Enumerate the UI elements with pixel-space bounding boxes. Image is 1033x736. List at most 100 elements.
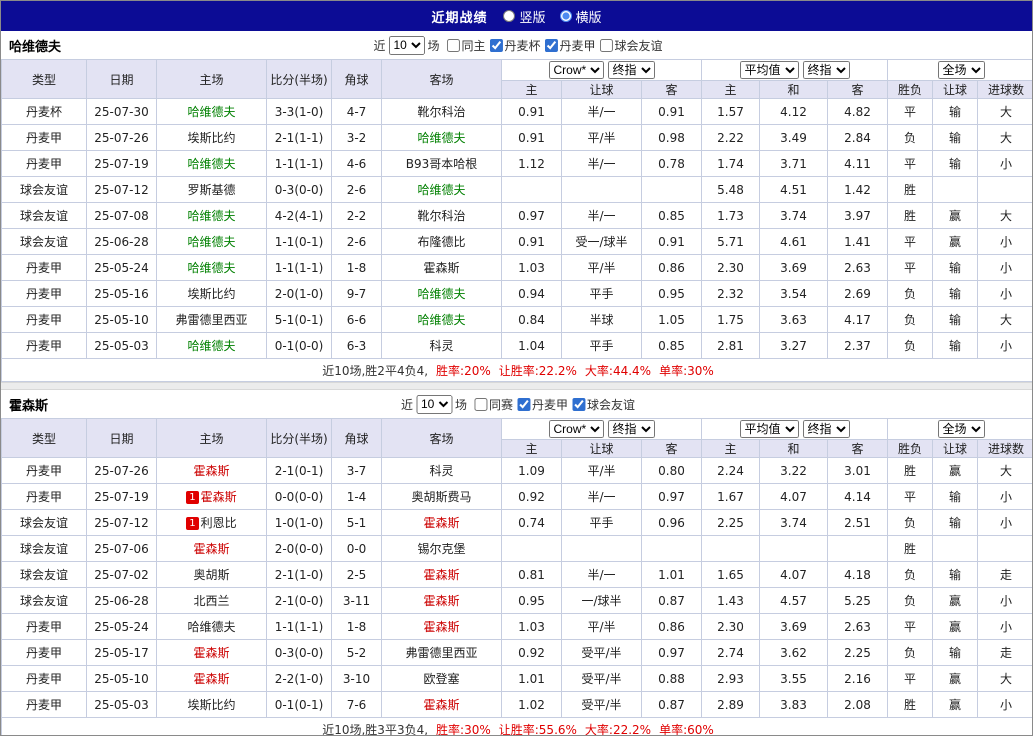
away-team-link[interactable]: 霍森斯	[423, 698, 459, 712]
away-team-link[interactable]: 欧登塞	[423, 672, 459, 686]
match-scope-select[interactable]: 全场	[937, 61, 985, 79]
home-team-link[interactable]: 奥胡斯	[193, 568, 229, 582]
home-team-link[interactable]: 利恩比	[201, 516, 237, 530]
date-cell: 25-05-24	[86, 613, 157, 640]
subheader-handicap-result: 让球	[932, 80, 979, 99]
home-team-link[interactable]: 弗雷德里西亚	[175, 313, 247, 327]
radio-horizontal-layout[interactable]: 横版	[559, 7, 602, 26]
home-team-link[interactable]: 霍森斯	[193, 646, 229, 660]
goals-cell: 大	[977, 457, 1032, 484]
score-cell: 0-1(0-0)	[266, 332, 332, 359]
home-team-cell: 弗雷德里西亚	[156, 306, 267, 333]
filter-checkbox-input[interactable]	[572, 397, 586, 411]
average-stage-select[interactable]: 终指	[802, 420, 850, 438]
corner-cell: 4-6	[331, 150, 382, 177]
match-scope-select[interactable]: 全场	[937, 420, 985, 438]
radio-vertical-layout[interactable]: 竖版	[503, 7, 546, 26]
home-team-link[interactable]: 哈维德夫	[187, 235, 235, 249]
away-team-link[interactable]: 科灵	[429, 339, 453, 353]
corner-cell: 7-6	[331, 691, 382, 718]
corner-cell: 1-8	[331, 254, 382, 281]
radio-label: 横版	[575, 10, 602, 26]
handicap-result-cell: 赢	[932, 587, 979, 614]
filter-checkbox-input[interactable]	[544, 38, 558, 52]
average-select[interactable]: 平均值	[739, 420, 799, 438]
recent-count-select[interactable]: 10	[388, 35, 425, 55]
away-team-link[interactable]: 靴尔科治	[417, 209, 465, 223]
filter-checkbox-input[interactable]	[489, 38, 503, 52]
date-cell: 25-07-12	[86, 509, 157, 536]
avg-home-cell: 1.43	[701, 587, 761, 614]
avg-away-cell: 3.01	[827, 457, 889, 484]
away-team-link[interactable]: 霍森斯	[423, 568, 459, 582]
home-team-link[interactable]: 哈维德夫	[187, 157, 235, 171]
away-team-link[interactable]: 弗雷德里西亚	[405, 646, 477, 660]
filter-checkbox-label: 丹麦甲	[559, 38, 596, 53]
radio-input[interactable]	[503, 10, 516, 22]
subheader-odds-away: 客	[640, 439, 703, 458]
home-team-link[interactable]: 哈维德夫	[187, 261, 235, 275]
odds-stage-select[interactable]: 终指	[607, 61, 655, 79]
away-team-link[interactable]: 科灵	[429, 464, 453, 478]
home-team-link[interactable]: 霍森斯	[201, 490, 237, 504]
odds-stage-select[interactable]: 终指	[607, 420, 655, 438]
filter-checkbox-input[interactable]	[446, 38, 460, 52]
away-team-cell: 奥胡斯费马	[381, 483, 502, 510]
date-cell: 25-05-03	[86, 332, 157, 359]
result-cell: 负	[887, 332, 934, 359]
away-team-link[interactable]: 霍森斯	[423, 261, 459, 275]
filter-checkbox-2[interactable]: 丹麦甲	[544, 37, 596, 54]
away-team-link[interactable]: B93哥本哈根	[406, 157, 478, 171]
filter-checkbox-0[interactable]: 同赛	[473, 396, 513, 413]
away-team-link[interactable]: 哈维德夫	[417, 131, 465, 145]
away-team-link[interactable]: 奥胡斯费马	[411, 490, 471, 504]
corner-cell: 6-3	[331, 332, 382, 359]
home-team-link[interactable]: 霍森斯	[193, 672, 229, 686]
away-team-link[interactable]: 哈维德夫	[417, 183, 465, 197]
date-cell: 25-07-19	[86, 483, 157, 510]
result-row: 丹麦甲 25-05-16 埃斯比约 2-0(1-0) 9-7 哈维德夫 0.94 平手 0.95…	[1, 280, 1032, 307]
filter-checkbox-1[interactable]: 丹麦杯	[489, 37, 541, 54]
home-team-link[interactable]: 北西兰	[193, 594, 229, 608]
average-stage-select[interactable]: 终指	[802, 61, 850, 79]
filter-checkbox-input[interactable]	[599, 38, 613, 52]
filter-checkbox-1[interactable]: 丹麦甲	[517, 396, 568, 413]
recent-count-select[interactable]: 10	[415, 394, 452, 414]
away-team-link[interactable]: 霍森斯	[423, 620, 459, 634]
filter-checkbox-input[interactable]	[517, 397, 531, 411]
avg-away-cell: 2.16	[827, 665, 889, 692]
column-header-away: 客场	[381, 418, 502, 458]
away-team-link[interactable]: 锡尔克堡	[417, 542, 465, 556]
home-team-link[interactable]: 罗斯基德	[187, 183, 235, 197]
odds-away-cell: 0.80	[640, 457, 703, 484]
away-team-link[interactable]: 布隆德比	[417, 235, 465, 249]
odds-handicap-cell: 平手	[561, 332, 642, 359]
radio-input[interactable]	[559, 10, 572, 22]
away-team-link[interactable]: 哈维德夫	[417, 287, 465, 301]
home-team-cell: 埃斯比约	[156, 124, 267, 151]
league-cell: 丹麦甲	[1, 639, 87, 666]
filter-checkbox-0[interactable]: 同主	[446, 37, 486, 54]
home-team-link[interactable]: 埃斯比约	[187, 287, 235, 301]
home-team-link[interactable]: 埃斯比约	[187, 131, 235, 145]
away-team-link[interactable]: 霍森斯	[423, 594, 459, 608]
bookmaker-select[interactable]: Crow*	[548, 61, 604, 79]
filter-checkbox-3[interactable]: 球会友谊	[599, 37, 663, 54]
away-team-link[interactable]: 靴尔科治	[417, 105, 465, 119]
home-team-link[interactable]: 霍森斯	[193, 464, 229, 478]
filter-checkbox-input[interactable]	[473, 397, 487, 411]
home-team-link[interactable]: 霍森斯	[193, 542, 229, 556]
home-team-link[interactable]: 哈维德夫	[187, 339, 235, 353]
bookmaker-select[interactable]: Crow*	[548, 420, 604, 438]
home-team-link[interactable]: 哈维德夫	[187, 620, 235, 634]
result-cell: 负	[887, 639, 934, 666]
home-team-link[interactable]: 哈维德夫	[187, 105, 235, 119]
average-select[interactable]: 平均值	[739, 61, 799, 79]
away-team-link[interactable]: 哈维德夫	[417, 313, 465, 327]
home-team-link[interactable]: 哈维德夫	[187, 209, 235, 223]
handicap-result-cell: 输	[932, 332, 979, 359]
away-team-link[interactable]: 霍森斯	[423, 516, 459, 530]
home-team-link[interactable]: 埃斯比约	[187, 698, 235, 712]
filter-checkbox-2[interactable]: 球会友谊	[572, 396, 635, 413]
score-cell: 3-3(1-0)	[266, 98, 332, 125]
